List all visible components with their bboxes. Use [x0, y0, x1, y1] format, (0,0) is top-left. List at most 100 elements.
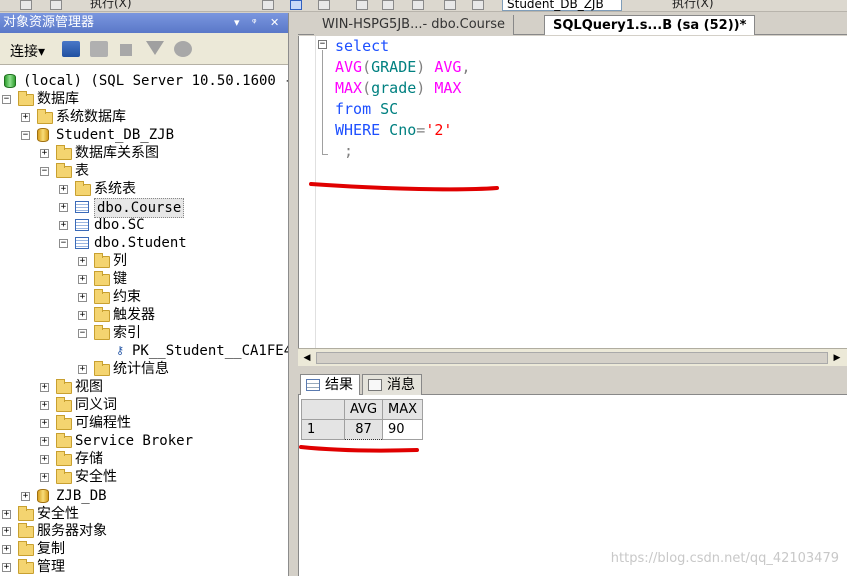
database-selector[interactable]: Student_DB_ZJB: [502, 0, 622, 11]
tree-node-server[interactable]: (local) (SQL Server 10.50.1600 - s: [0, 72, 288, 90]
expand-toggle-icon[interactable]: +: [78, 275, 87, 284]
row-number[interactable]: 1: [301, 419, 345, 440]
dropdown-icon[interactable]: ▾: [234, 13, 240, 33]
code-line[interactable]: select: [335, 36, 389, 57]
tab-messages[interactable]: 消息: [362, 374, 422, 395]
expand-toggle-icon[interactable]: +: [59, 221, 68, 230]
execute-ghost-label[interactable]: 执行(X): [90, 0, 132, 10]
code-line[interactable]: AVG(GRADE) AVG,: [335, 57, 470, 78]
tree-node-folder[interactable]: − 表: [0, 162, 288, 180]
tab-sqlquery1[interactable]: SQLQuery1.s...B (sa (52))*: [544, 15, 756, 35]
tree-node-folder[interactable]: + 触发器: [0, 306, 288, 324]
toolbar-button-active[interactable]: [290, 0, 302, 10]
scroll-left-icon[interactable]: ◀: [300, 351, 314, 365]
column-header-avg[interactable]: AVG: [343, 399, 384, 420]
tree-node-folder[interactable]: + 安全性: [0, 505, 288, 523]
filter-icon[interactable]: [146, 41, 164, 55]
tree-node-folder[interactable]: + 键: [0, 270, 288, 288]
collapse-toggle-icon[interactable]: −: [2, 95, 11, 104]
expand-toggle-icon[interactable]: +: [2, 545, 11, 554]
code-line[interactable]: ;: [335, 141, 353, 162]
collapse-toggle-icon[interactable]: −: [78, 329, 87, 338]
tree-node-folder[interactable]: + 服务器对象: [0, 522, 288, 540]
tree-node-folder[interactable]: − 索引: [0, 324, 288, 342]
grid-corner[interactable]: [301, 399, 345, 420]
disconnect-icon[interactable]: [90, 41, 108, 57]
code-line[interactable]: from SC: [335, 99, 398, 120]
tree-node-folder[interactable]: + 安全性: [0, 468, 288, 486]
tree-node-database[interactable]: − Student_DB_ZJB: [0, 126, 288, 144]
toolbar-button[interactable]: [318, 0, 330, 10]
expand-toggle-icon[interactable]: +: [40, 383, 49, 392]
toolbar-button[interactable]: [412, 0, 424, 10]
tree-node-folder[interactable]: + 复制: [0, 540, 288, 558]
tree-node-folder[interactable]: + 约束: [0, 288, 288, 306]
toolbar-button[interactable]: [50, 0, 62, 10]
editor-horizontal-scrollbar[interactable]: ◀ ▶: [298, 348, 847, 366]
tree-node-table[interactable]: + dbo.Course: [0, 198, 288, 218]
toolbar-button[interactable]: [444, 0, 456, 10]
expand-toggle-icon[interactable]: +: [78, 293, 87, 302]
expand-toggle-icon[interactable]: +: [21, 113, 30, 122]
pin-icon[interactable]: ᵠ: [252, 13, 257, 33]
expand-toggle-icon[interactable]: +: [59, 185, 68, 194]
toolbar-button[interactable]: [20, 0, 32, 10]
collapse-toggle-icon[interactable]: −: [21, 131, 30, 140]
code-token: ): [416, 79, 426, 97]
tree-node-folder[interactable]: + 同义词: [0, 396, 288, 414]
tree-node-folder[interactable]: + 管理: [0, 558, 288, 576]
sql-editor[interactable]: − select AVG(GRADE) AVG, MAX(grade) MAX fro…: [298, 36, 847, 348]
expand-toggle-icon[interactable]: +: [40, 419, 49, 428]
tree-node-folder[interactable]: + 列: [0, 252, 288, 270]
execute-button[interactable]: 执行(X): [672, 0, 714, 10]
toolbar-button[interactable]: [472, 0, 484, 10]
tree-node-index[interactable]: ⚷ PK__Student__CA1FE46: [0, 342, 288, 360]
tree-node-folder[interactable]: + 系统数据库: [0, 108, 288, 126]
tree-node-folder[interactable]: − 数据库: [0, 90, 288, 108]
tree-node-folder[interactable]: + 系统表: [0, 180, 288, 198]
expand-toggle-icon[interactable]: +: [40, 473, 49, 482]
collapse-toggle-icon[interactable]: −: [59, 239, 68, 248]
tree-node-database[interactable]: + ZJB_DB: [0, 487, 288, 505]
expand-toggle-icon[interactable]: +: [2, 527, 11, 536]
tree-node-folder[interactable]: + 统计信息: [0, 360, 288, 378]
expand-toggle-icon[interactable]: +: [40, 437, 49, 446]
code-line[interactable]: MAX(grade) MAX: [335, 78, 461, 99]
tree-node-folder[interactable]: + 可编程性: [0, 414, 288, 432]
tab-course-design[interactable]: WIN-HSPG5JB...- dbo.Course: [314, 15, 515, 35]
code-line[interactable]: WHERE Cno='2': [335, 120, 452, 141]
collapse-toggle-icon[interactable]: −: [40, 167, 49, 176]
expand-toggle-icon[interactable]: +: [40, 455, 49, 464]
tree-node-folder[interactable]: + 数据库关系图: [0, 144, 288, 162]
expand-toggle-icon[interactable]: +: [78, 257, 87, 266]
tree-node-table[interactable]: + dbo.SC: [0, 216, 288, 234]
expand-toggle-icon[interactable]: +: [78, 365, 87, 374]
cell-avg-value[interactable]: 87: [343, 419, 384, 440]
expand-toggle-icon[interactable]: +: [40, 149, 49, 158]
expand-toggle-icon[interactable]: +: [78, 311, 87, 320]
stop-icon[interactable]: [120, 44, 132, 56]
toolbar-button[interactable]: [382, 0, 394, 10]
connect-server-icon[interactable]: [62, 41, 80, 57]
tree-node-folder[interactable]: + 存储: [0, 450, 288, 468]
tab-results[interactable]: 结果: [300, 374, 360, 395]
pane-splitter[interactable]: [298, 366, 847, 373]
connect-button[interactable]: 连接▾: [10, 41, 45, 61]
expand-toggle-icon[interactable]: +: [21, 492, 30, 501]
column-header-max[interactable]: MAX: [382, 399, 424, 420]
cell-max-value[interactable]: 90: [382, 419, 424, 440]
expand-toggle-icon[interactable]: +: [2, 510, 11, 519]
expand-toggle-icon[interactable]: +: [2, 563, 11, 572]
expand-toggle-icon[interactable]: +: [40, 401, 49, 410]
toolbar-button[interactable]: [356, 0, 368, 10]
tree-node-folder[interactable]: + 视图: [0, 378, 288, 396]
toolbar-button[interactable]: [262, 0, 274, 10]
scrollbar-thumb[interactable]: [316, 352, 828, 364]
refresh-icon[interactable]: [174, 41, 192, 57]
tree-node-table[interactable]: − dbo.Student: [0, 234, 288, 252]
tree-node-folder[interactable]: + Service Broker: [0, 432, 288, 450]
scroll-right-icon[interactable]: ▶: [830, 351, 844, 365]
fold-collapse-icon[interactable]: −: [318, 40, 327, 49]
close-icon[interactable]: ✕: [270, 13, 279, 33]
expand-toggle-icon[interactable]: +: [59, 203, 68, 212]
